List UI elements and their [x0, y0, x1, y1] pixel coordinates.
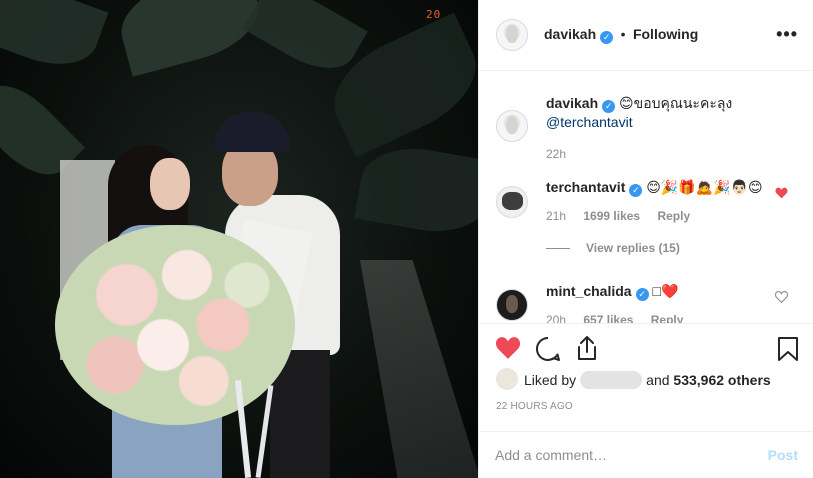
author-username[interactable]: davikah [544, 26, 596, 42]
comment-likes[interactable]: 657 likes [583, 313, 633, 323]
verified-badge-icon: ✓ [629, 184, 643, 197]
more-options-icon[interactable]: ••• [776, 24, 798, 45]
verified-badge-icon: ✓ [600, 31, 614, 44]
caption-avatar[interactable] [496, 110, 528, 142]
comment-username[interactable]: mint_chalida [546, 283, 632, 299]
comment-time[interactable]: 20h [546, 313, 566, 323]
view-replies-label[interactable]: View replies (15) [586, 241, 680, 255]
caption-emoji: 😊 [619, 95, 634, 111]
author-avatar[interactable] [496, 19, 528, 51]
comment-body: □❤️ [652, 283, 679, 299]
comment-meta: 21h 1699 likes Reply [546, 209, 776, 223]
likes-summary: Liked by and 533,962 others [524, 371, 771, 389]
comments-list[interactable]: davikah ✓ 😊ขอบคุณนะคะลุง @terchantavit 22… [479, 71, 813, 323]
comment-avatar[interactable] [496, 289, 528, 321]
comment-avatar[interactable] [496, 186, 528, 218]
comment-text: terchantavit ✓ 😊🎉🎁🙇🎉👨🏻😊 [546, 178, 776, 197]
add-comment-input[interactable]: Add a comment… [495, 447, 607, 463]
verified-badge-icon: ✓ [602, 100, 616, 113]
comment-text: mint_chalida ✓ □❤️ [546, 282, 776, 301]
post-details-panel: davikah ✓ • Following ••• davikah ✓ 😊ขอบคุ… [478, 0, 813, 478]
separator-dot: • [620, 26, 626, 42]
divider-line [546, 248, 570, 250]
post-header: davikah ✓ • Following ••• [479, 0, 813, 71]
man-cap [214, 112, 290, 152]
comment-meta: 20h 657 likes Reply [546, 313, 776, 323]
caption-body: ขอบคุณนะคะลุง [633, 95, 733, 111]
reply-button[interactable]: Reply [657, 209, 690, 223]
post-comment-button[interactable]: Post [768, 447, 798, 463]
liker-avatar[interactable] [496, 368, 518, 390]
woman-face [150, 158, 190, 210]
post-timestamp[interactable]: 22 HOURS AGO [496, 401, 573, 412]
photo-overlay-text: 20 [426, 8, 442, 21]
caption-time[interactable]: 22h [546, 147, 796, 161]
post-actions: Liked by and 533,962 others 22 HOURS AGO … [479, 323, 813, 478]
share-icon[interactable] [575, 335, 599, 361]
verified-badge-icon: ✓ [635, 288, 649, 301]
author-line: davikah ✓ • Following [544, 26, 698, 44]
caption-mention[interactable]: @terchantavit [546, 113, 796, 131]
blurred-liker-username[interactable] [580, 371, 643, 389]
reply-button[interactable]: Reply [651, 313, 684, 323]
others-count[interactable]: 533,962 others [673, 372, 770, 388]
comment-like-heart-icon[interactable] [775, 291, 788, 303]
post-photo[interactable]: 20 [0, 0, 478, 478]
comment-body: 😊🎉🎁🙇🎉👨🏻😊 [646, 179, 763, 195]
like-heart-icon[interactable] [495, 336, 521, 360]
liked-by-and: and [646, 372, 670, 388]
comment-icon[interactable] [535, 336, 561, 362]
comment-item: mint_chalida ✓ □❤️ 20h 657 likes Reply [546, 282, 776, 323]
comment-liked-heart-icon[interactable] [775, 187, 788, 199]
comment-item: terchantavit ✓ 😊🎉🎁🙇🎉👨🏻😊 21h 1699 likes Re… [546, 178, 776, 255]
save-bookmark-icon[interactable] [777, 336, 799, 362]
liked-by-prefix: Liked by [524, 372, 577, 388]
footpath [360, 260, 478, 478]
comment-time[interactable]: 21h [546, 209, 566, 223]
caption-text: davikah ✓ 😊ขอบคุณนะคะลุง [546, 94, 796, 113]
caption: davikah ✓ 😊ขอบคุณนะคะลุง @terchantavit 22… [546, 94, 796, 161]
comment-likes[interactable]: 1699 likes [583, 209, 640, 223]
flower-bouquet [55, 225, 295, 425]
foliage [112, 0, 268, 77]
add-comment-bar: Add a comment… Post [479, 431, 813, 478]
following-button[interactable]: Following [633, 26, 698, 42]
comment-username[interactable]: terchantavit [546, 179, 625, 195]
view-replies[interactable]: View replies (15) [546, 241, 776, 255]
foliage [354, 139, 478, 241]
foliage [0, 0, 109, 79]
caption-username[interactable]: davikah [546, 95, 598, 111]
